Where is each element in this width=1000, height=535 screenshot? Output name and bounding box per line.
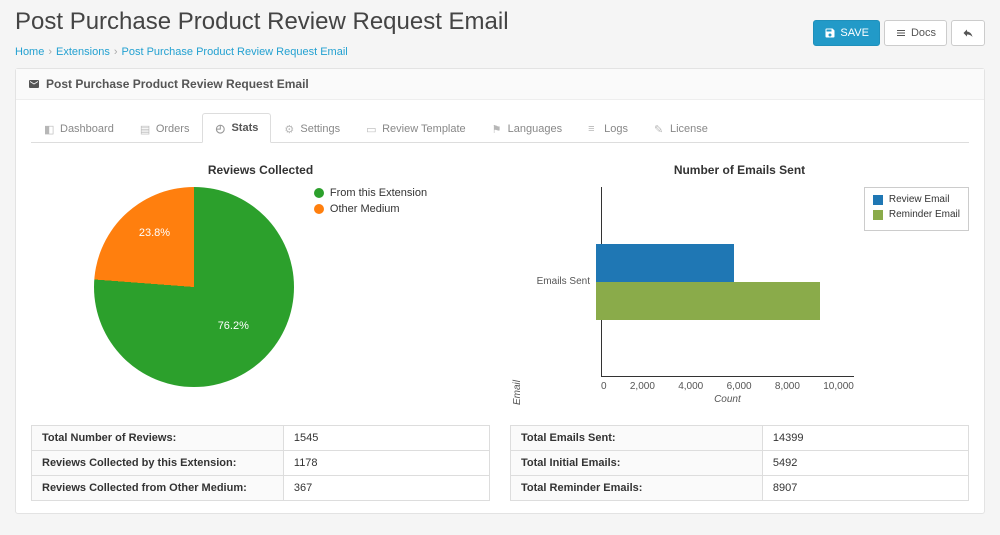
pie-chart: 23.8% 76.2% [94, 187, 294, 387]
tab-settings[interactable]: ⚙Settings [271, 113, 353, 143]
tab-logs[interactable]: ≡Logs [575, 113, 641, 143]
tab-license[interactable]: ✎License [641, 113, 721, 143]
logs-icon: ≡ [588, 123, 600, 135]
breadcrumb-extensions[interactable]: Extensions [56, 46, 110, 58]
breadcrumb-sep: › [48, 46, 52, 58]
bar-ylabel: Email [510, 187, 525, 405]
stats-icon: ◴ [215, 122, 227, 134]
pie-chart-title: Reviews Collected [31, 163, 490, 177]
settings-icon: ⚙ [284, 123, 296, 135]
page-title: Post Purchase Product Review Request Ema… [15, 8, 509, 36]
bar-xticks: 02,0004,0006,0008,00010,000 [601, 377, 854, 392]
legend-swatch [314, 204, 324, 214]
bar-xlabel: Count [601, 394, 854, 405]
template-icon: ▭ [366, 123, 378, 135]
table-row: Total Number of Reviews:1545 [32, 426, 490, 451]
table-row: Reviews Collected from Other Medium:367 [32, 476, 490, 501]
table-row: Total Reminder Emails:8907 [511, 476, 969, 501]
tab-orders[interactable]: ▤Orders [127, 113, 203, 143]
bar-legend: Review Email Reminder Email [864, 187, 969, 231]
dashboard-icon: ◧ [44, 123, 56, 135]
breadcrumb-home[interactable]: Home [15, 46, 44, 58]
license-icon: ✎ [654, 123, 666, 135]
breadcrumb: Home › Extensions › Post Purchase Produc… [15, 46, 348, 58]
table-row: Total Emails Sent:14399 [511, 426, 969, 451]
tabs: ◧Dashboard ▤Orders ◴Stats ⚙Settings ▭Rev… [31, 112, 969, 143]
languages-icon: ⚑ [492, 123, 504, 135]
save-button[interactable]: SAVE [813, 20, 880, 46]
pie-slice-label-extension: 76.2% [218, 320, 249, 332]
envelope-icon [28, 78, 40, 90]
cart-icon: ▤ [140, 123, 152, 135]
breadcrumb-sep: › [114, 46, 118, 58]
legend-swatch [873, 210, 883, 220]
legend-item: From this Extension [314, 187, 427, 199]
legend-item: Review Email [873, 194, 960, 205]
reply-icon [962, 27, 974, 39]
panel-title: Post Purchase Product Review Request Ema… [46, 77, 309, 91]
bar-chart: Emails Sent [601, 187, 854, 377]
tab-review-template[interactable]: ▭Review Template [353, 113, 479, 143]
bar-category-label: Emails Sent [526, 276, 596, 287]
table-row: Total Initial Emails:5492 [511, 451, 969, 476]
legend-swatch [314, 188, 324, 198]
reviews-table: Total Number of Reviews:1545 Reviews Col… [31, 425, 490, 501]
legend-item: Reminder Email [873, 209, 960, 220]
table-row: Reviews Collected by this Extension:1178 [32, 451, 490, 476]
panel-heading: Post Purchase Product Review Request Ema… [16, 69, 984, 100]
tab-stats[interactable]: ◴Stats [202, 113, 271, 143]
bar-reminder-email [596, 282, 820, 320]
legend-swatch [873, 195, 883, 205]
book-icon [895, 27, 907, 39]
save-icon [824, 27, 836, 39]
bar-review-email [596, 244, 734, 282]
docs-button[interactable]: Docs [884, 20, 947, 46]
tab-dashboard[interactable]: ◧Dashboard [31, 113, 127, 143]
breadcrumb-current[interactable]: Post Purchase Product Review Request Ema… [122, 46, 348, 58]
pie-legend: From this Extension Other Medium [314, 187, 427, 219]
tab-languages[interactable]: ⚑Languages [479, 113, 575, 143]
pie-slice-label-other: 23.8% [139, 227, 170, 239]
back-button[interactable] [951, 20, 985, 46]
emails-table: Total Emails Sent:14399 Total Initial Em… [510, 425, 969, 501]
bar-chart-title: Number of Emails Sent [510, 163, 969, 177]
legend-item: Other Medium [314, 203, 427, 215]
